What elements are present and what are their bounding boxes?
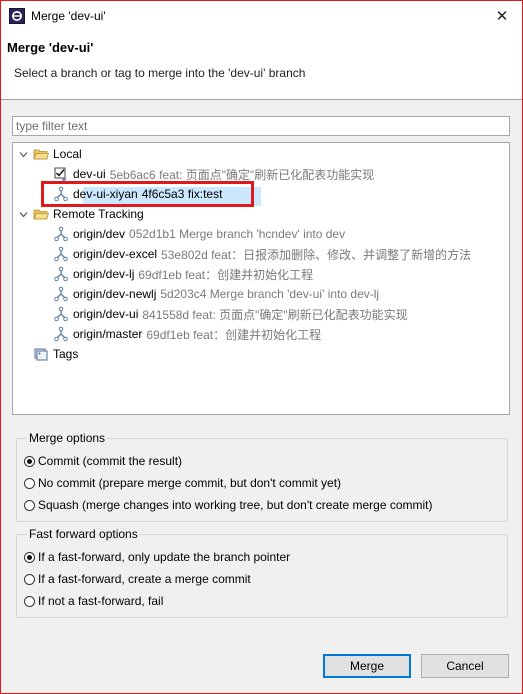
tags-icon: [33, 346, 49, 362]
branch-name: origin/dev-lj: [73, 267, 135, 281]
dialog-heading: Merge 'dev-ui': [7, 40, 94, 55]
branch-icon: [53, 306, 69, 322]
branch-checked-icon: [53, 166, 69, 182]
radio-label: If a fast-forward, only update the branc…: [38, 550, 291, 564]
branch-commit: 69df1eb feat：创建并初始化工程: [138, 267, 314, 282]
folder-open-icon: [33, 146, 50, 162]
radio-label: If a fast-forward, create a merge commit: [38, 572, 251, 586]
radio-label: No commit (prepare merge commit, but don…: [38, 476, 342, 490]
radio-label: If not a fast-forward, fail: [38, 594, 164, 608]
ff-option-fail[interactable]: If not a fast-forward, fail: [24, 594, 163, 608]
tree-node-local[interactable]: Local: [18, 144, 82, 164]
branch-icon: [53, 246, 69, 262]
branch-icon: [53, 226, 69, 242]
branch-icon: [53, 326, 69, 342]
ff-option-update-pointer[interactable]: If a fast-forward, only update the branc…: [24, 550, 290, 564]
radio-selected[interactable]: [24, 455, 35, 467]
tree-node-label: Local: [53, 147, 82, 161]
branch-commit: 5eb6ac6 feat: 页面点"确定"刷新已化配表功能实现: [109, 167, 375, 182]
branch-commit: 69df1eb feat：创建并初始化工程: [146, 327, 322, 342]
branch-commit: 052d1b1 Merge branch 'hcndev' into dev: [129, 227, 346, 241]
tree-node-tags[interactable]: Tags: [33, 344, 78, 364]
remote-branch-item[interactable]: origin/dev-newlj 5d203c4 Merge branch 'd…: [53, 284, 379, 304]
branch-tree[interactable]: Local dev-ui 5eb6ac6 feat: 页面点"确定"刷新已化配表…: [12, 142, 510, 415]
merge-option-squash[interactable]: Squash (merge changes into working tree,…: [24, 498, 432, 512]
tree-node-remote-tracking[interactable]: Remote Tracking: [18, 204, 144, 224]
branch-commit: 5d203c4 Merge branch 'dev-ui' into dev-l…: [160, 287, 380, 301]
branch-name: origin/dev-newlj: [73, 287, 157, 301]
merge-option-no-commit[interactable]: No commit (prepare merge commit, but don…: [24, 476, 341, 490]
radio-unselected[interactable]: [24, 499, 35, 511]
tree-node-label: Tags: [53, 347, 79, 361]
merge-button[interactable]: Merge: [323, 654, 411, 678]
branch-name: origin/master: [73, 327, 143, 341]
filter-input[interactable]: [12, 116, 510, 136]
group-label: Merge options: [27, 431, 108, 445]
branch-icon: [53, 266, 69, 282]
folder-open-icon: [33, 206, 50, 222]
remote-branch-item[interactable]: origin/master 69df1eb feat：创建并初始化工程: [53, 324, 321, 344]
group-label: Fast forward options: [27, 527, 140, 541]
dialog-header: Merge 'dev-ui' Select a branch or tag to…: [1, 31, 522, 100]
remote-branch-item[interactable]: origin/dev-ui 841558d feat: 页面点"确定"刷新已化配…: [53, 304, 408, 324]
radio-unselected[interactable]: [24, 477, 35, 489]
title-bar: Merge 'dev-ui' ✕: [1, 1, 522, 31]
remote-branch-item[interactable]: origin/dev 052d1b1 Merge branch 'hcndev'…: [53, 224, 345, 244]
radio-unselected[interactable]: [24, 573, 35, 585]
ff-option-create-commit[interactable]: If a fast-forward, create a merge commit: [24, 572, 251, 586]
eclipse-app-icon: [9, 8, 25, 24]
collapse-icon[interactable]: [18, 209, 28, 219]
branch-commit: 53e802d feat：日报添加删除、修改、并调整了新增的方法: [161, 247, 472, 262]
close-button[interactable]: ✕: [492, 6, 512, 26]
cancel-button[interactable]: Cancel: [421, 654, 509, 678]
tree-node-label: Remote Tracking: [53, 207, 144, 221]
remote-branch-item[interactable]: origin/dev-lj 69df1eb feat：创建并初始化工程: [53, 264, 313, 284]
window-title: Merge 'dev-ui': [31, 9, 106, 23]
radio-label: Squash (merge changes into working tree,…: [38, 498, 433, 512]
merge-dialog: Merge 'dev-ui' ✕ Merge 'dev-ui' Select a…: [0, 0, 523, 694]
branch-name: origin/dev: [73, 227, 126, 241]
collapse-icon[interactable]: [18, 149, 28, 159]
branch-icon: [53, 286, 69, 302]
dialog-description: Select a branch or tag to merge into the…: [14, 66, 306, 80]
branch-commit: 841558d feat: 页面点"确定"刷新已化配表功能实现: [142, 307, 408, 322]
merge-options-group: Merge options Commit (commit the result)…: [16, 431, 508, 522]
radio-label: Commit (commit the result): [38, 454, 183, 468]
radio-unselected[interactable]: [24, 595, 35, 607]
merge-option-commit[interactable]: Commit (commit the result): [24, 454, 182, 468]
branch-name: dev-ui: [73, 167, 106, 181]
branch-name: origin/dev-excel: [73, 247, 158, 261]
close-icon: ✕: [495, 8, 509, 25]
fast-forward-options-group: Fast forward options If a fast-forward, …: [16, 527, 508, 618]
branch-name: origin/dev-ui: [73, 307, 139, 321]
radio-selected[interactable]: [24, 551, 35, 563]
remote-branch-item[interactable]: origin/dev-excel 53e802d feat：日报添加删除、修改、…: [53, 244, 471, 264]
